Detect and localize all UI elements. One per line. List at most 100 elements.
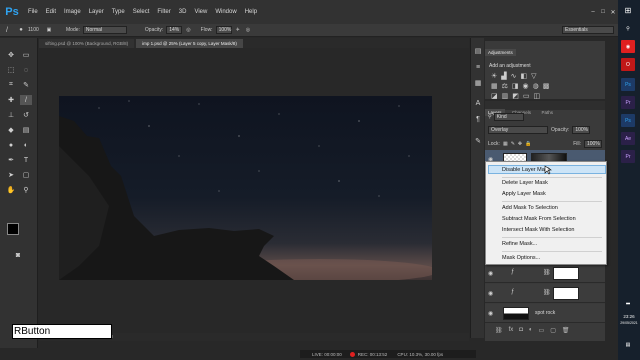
add-mask-to-selection-item[interactable]: Add Mask To Selection xyxy=(502,205,558,211)
hand-tool-icon[interactable]: ✋ xyxy=(5,185,17,195)
clock-date[interactable]: 29/05/2021 xyxy=(618,321,640,325)
windows-start-icon[interactable]: ⊞ xyxy=(621,4,635,17)
app-icon[interactable]: ◉ xyxy=(621,40,635,53)
curves-icon[interactable]: ∿ xyxy=(511,72,517,80)
premiere-taskbar-icon[interactable]: Pr xyxy=(621,96,635,109)
menu-layer[interactable]: Layer xyxy=(85,9,108,15)
lock-position-icon[interactable]: ✥ xyxy=(518,141,522,147)
delete-layer-mask-item[interactable]: Delete Layer Mask xyxy=(502,180,548,186)
delete-layer-icon[interactable]: 🗑 xyxy=(562,327,570,334)
paragraph-panel-icon[interactable]: ¶ xyxy=(472,114,484,124)
refine-mask-item[interactable]: Refine Mask... xyxy=(502,241,537,247)
minimize-icon[interactable]: – xyxy=(588,9,598,15)
search-icon[interactable]: ⚲ xyxy=(621,22,635,35)
close-icon[interactable]: ✕ xyxy=(608,9,618,16)
pressure-size-icon[interactable]: ◎ xyxy=(246,27,250,33)
menu-file[interactable]: File xyxy=(24,9,42,15)
photoshop-taskbar-icon-2[interactable]: Ps xyxy=(621,114,635,127)
eraser-tool-icon[interactable]: ◆ xyxy=(5,125,17,135)
properties-panel-icon[interactable]: ≡ xyxy=(472,62,484,72)
dodge-tool-icon[interactable]: ◐ xyxy=(20,140,32,150)
stamp-tool-icon[interactable]: ⊥ xyxy=(5,110,17,120)
hue-saturation-icon[interactable]: ▦ xyxy=(491,82,498,90)
brightness-contrast-icon[interactable]: ☀ xyxy=(491,72,497,80)
color-lookup-icon[interactable]: ▩ xyxy=(543,82,550,90)
exposure-icon[interactable]: ◧ xyxy=(521,72,528,80)
lock-pixels-icon[interactable]: ▦ xyxy=(503,141,508,147)
visibility-eye-icon[interactable]: ◉ xyxy=(488,270,493,277)
intersect-mask-with-selection-item[interactable]: Intersect Mask With Selection xyxy=(502,227,574,233)
photoshop-taskbar-icon[interactable]: Ps xyxy=(621,78,635,91)
chain-link-icon[interactable]: ⛓ xyxy=(543,269,551,276)
pen-tool-icon[interactable]: ✒ xyxy=(5,155,17,165)
menu-window[interactable]: Window xyxy=(211,9,240,15)
apply-layer-mask-item[interactable]: Apply Layer Mask xyxy=(502,191,546,197)
history-panel-icon[interactable]: ▤ xyxy=(472,46,484,56)
zoom-tool-icon[interactable]: ⚲ xyxy=(20,185,32,195)
new-group-icon[interactable]: ▭ xyxy=(539,327,545,334)
new-layer-icon[interactable]: ▢ xyxy=(550,327,556,334)
lasso-tool-icon[interactable]: ◌ xyxy=(20,65,32,75)
subtract-mask-from-selection-item[interactable]: Subtract Mask From Selection xyxy=(502,216,576,222)
brushes-panel-icon[interactable]: ✎ xyxy=(472,136,484,146)
layer-mask-thumbnail[interactable] xyxy=(553,287,579,300)
layer-filter-select[interactable]: Kind xyxy=(493,113,524,121)
photo-filter-icon[interactable]: ◉ xyxy=(523,82,529,90)
clock-time[interactable]: 23:26 xyxy=(618,314,640,319)
blur-tool-icon[interactable]: ● xyxy=(5,140,17,150)
black-white-icon[interactable]: ◨ xyxy=(512,82,519,90)
workspace-select[interactable]: Essentials xyxy=(562,26,614,34)
layer-row[interactable]: ◉ ƒ ⛓ xyxy=(485,284,605,303)
visibility-eye-icon[interactable]: ◉ xyxy=(488,310,493,317)
after-effects-taskbar-icon[interactable]: Ae xyxy=(621,132,635,145)
move-tool-icon[interactable]: ✥ xyxy=(5,50,17,60)
gradient-tool-icon[interactable]: ▤ xyxy=(20,125,32,135)
menu-help[interactable]: Help xyxy=(241,9,261,15)
color-balance-icon[interactable]: ⚖ xyxy=(502,82,508,90)
menu-edit[interactable]: Edit xyxy=(42,9,60,15)
pressure-opacity-icon[interactable]: ◎ xyxy=(186,27,190,33)
blend-mode-select[interactable]: Overlay xyxy=(488,126,548,134)
visibility-eye-icon[interactable]: ◉ xyxy=(488,290,493,297)
foreground-color-swatch[interactable] xyxy=(7,223,19,235)
marquee-tool-icon[interactable]: ⬚ xyxy=(5,65,17,75)
crop-tool-icon[interactable]: ⌗ xyxy=(5,80,17,90)
link-layers-icon[interactable]: ⛓ xyxy=(495,327,503,334)
menu-type[interactable]: Type xyxy=(108,9,129,15)
menu-3d[interactable]: 3D xyxy=(175,9,191,15)
shape-tool-icon[interactable]: ▢ xyxy=(20,170,32,180)
app-taskbar-icon[interactable]: Pr xyxy=(621,150,635,163)
tab-imp1[interactable]: imp 1.psd @ 25% (Layer 5 copy, Layer Mas… xyxy=(136,39,243,48)
layer-row[interactable]: ◉ ƒ ⛓ xyxy=(485,264,605,283)
new-adjustment-icon[interactable]: ◐ xyxy=(529,327,533,334)
history-brush-icon[interactable]: ↺ xyxy=(20,110,32,120)
mode-select[interactable]: Normal xyxy=(82,26,127,34)
brush-preset-icon[interactable]: ● xyxy=(14,27,28,33)
path-select-tool-icon[interactable]: ➤ xyxy=(5,170,17,180)
menu-view[interactable]: View xyxy=(190,9,211,15)
type-tool-icon[interactable]: T xyxy=(20,155,32,165)
fill-field[interactable]: 100% xyxy=(584,140,602,148)
layer-row[interactable]: ◉ spot rock xyxy=(485,304,605,323)
layer-style-icon[interactable]: fx xyxy=(509,327,514,334)
layer-opacity-field[interactable]: 100% xyxy=(572,126,591,134)
character-panel-icon[interactable]: A xyxy=(472,98,484,108)
invert-icon[interactable]: ◪ xyxy=(491,92,498,100)
eyedropper-tool-icon[interactable]: ✎ xyxy=(20,80,32,90)
chain-link-icon[interactable]: ⛓ xyxy=(543,289,551,296)
document-canvas[interactable] xyxy=(59,96,432,280)
brush-tool-icon[interactable]: / xyxy=(20,95,32,105)
healing-tool-icon[interactable]: ✚ xyxy=(5,95,17,105)
notification-icon[interactable]: ▤ xyxy=(621,338,635,351)
quick-mask-icon[interactable]: ◙ xyxy=(12,250,24,260)
mask-options-item[interactable]: Mask Options... xyxy=(502,255,540,261)
menu-filter[interactable]: Filter xyxy=(153,9,174,15)
threshold-icon[interactable]: ◩ xyxy=(512,92,519,100)
vibrance-icon[interactable]: ▽ xyxy=(531,72,536,80)
gradient-map-icon[interactable]: ▭ xyxy=(523,92,530,100)
flow-field[interactable]: 100% xyxy=(215,26,232,34)
posterize-icon[interactable]: ▥ xyxy=(502,92,509,100)
tab-paths[interactable]: Paths xyxy=(538,109,556,116)
layer-mask-thumbnail[interactable] xyxy=(553,267,579,280)
brush-tool-icon[interactable]: / xyxy=(0,27,14,34)
